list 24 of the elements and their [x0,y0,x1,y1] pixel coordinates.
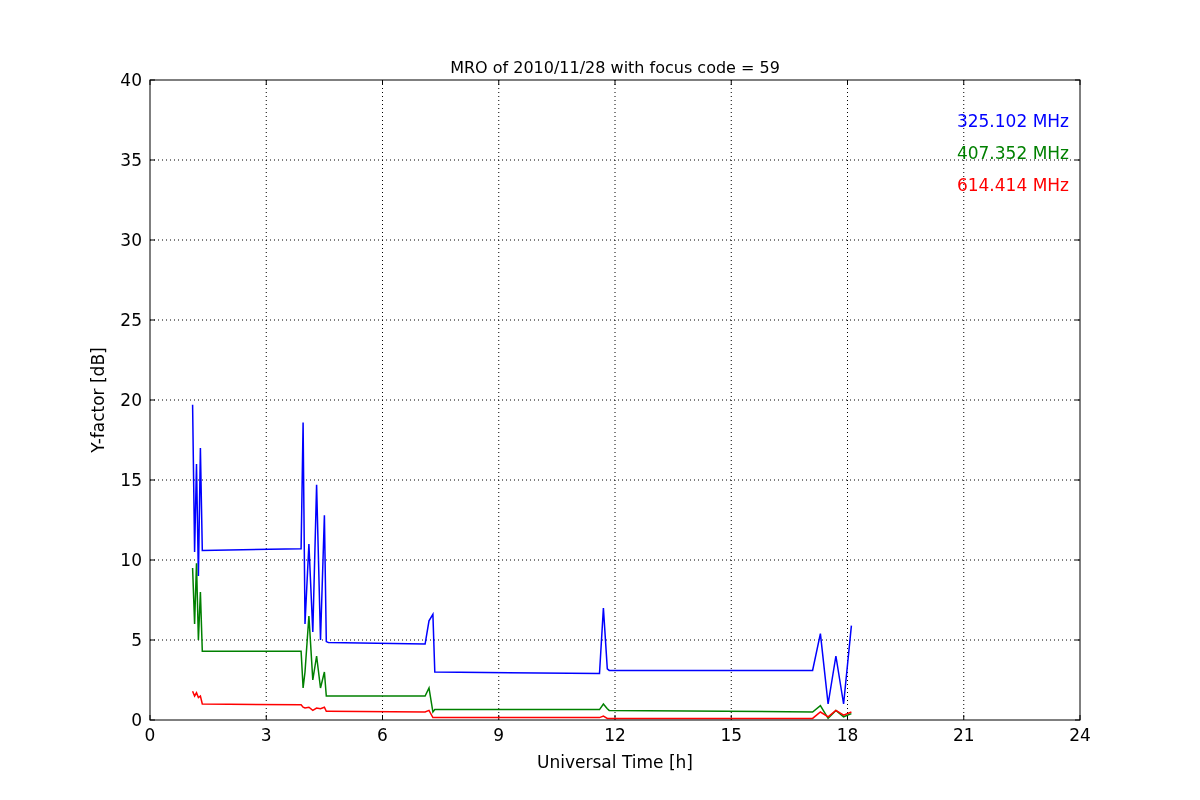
y-tick-label: 0 [131,710,142,730]
x-tick-label: 0 [144,725,156,745]
legend-label: 407.352 MHz [956,143,1069,163]
y-axis-label: Y-factor [dB] [88,347,108,453]
y-tick-label: 25 [120,310,142,330]
x-axis-label: Universal Time [h] [537,752,693,772]
x-tick-label: 15 [720,725,743,745]
y-tick-label: 40 [120,70,142,90]
y-tick-label: 5 [131,630,142,650]
x-tick-label: 21 [952,725,975,745]
x-tick-label: 12 [604,725,626,745]
y-tick-label: 30 [120,230,142,250]
y-tick-label: 20 [120,390,142,410]
y-tick-label: 35 [120,150,142,170]
x-tick-label: 6 [377,725,388,745]
x-tick-label: 3 [260,725,272,745]
x-tick-label: 9 [493,725,505,745]
y-tick-label: 10 [120,550,142,570]
legend-label: 614.414 MHz [956,175,1069,195]
legend-label: 325.102 MHz [956,111,1069,131]
x-tick-label: 24 [1069,725,1091,745]
chart-title: MRO of 2010/11/28 with focus code = 59 [450,58,780,77]
y-tick-label: 15 [120,470,142,490]
x-tick-label: 18 [836,725,859,745]
